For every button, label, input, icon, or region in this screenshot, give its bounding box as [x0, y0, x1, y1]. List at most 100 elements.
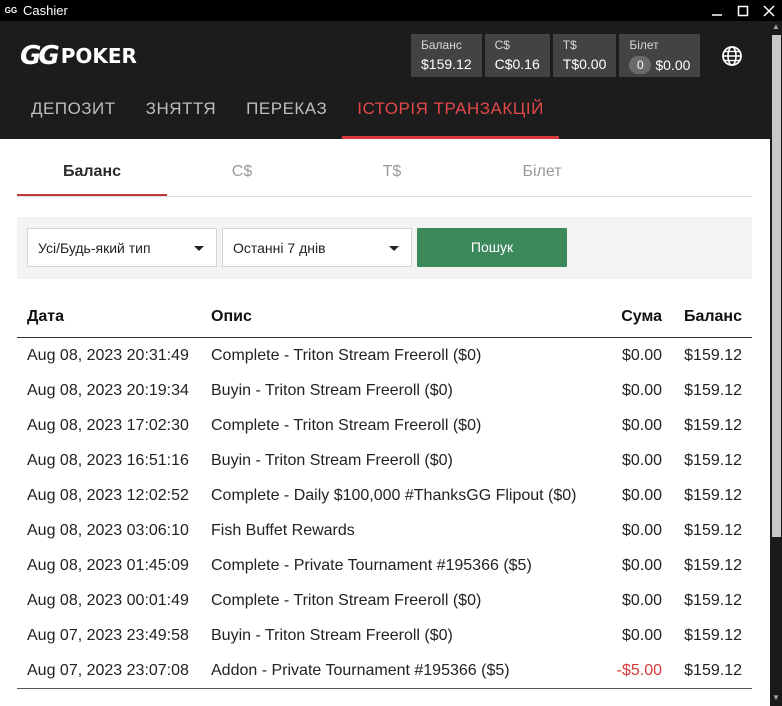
header-description: Опис [211, 308, 252, 325]
row-date: Aug 08, 2023 01:45:09 [27, 557, 189, 574]
tab-transfer[interactable]: ПЕРЕКАЗ [231, 88, 342, 139]
row-balance: $159.12 [684, 662, 742, 679]
row-balance: $159.12 [684, 522, 742, 539]
search-button[interactable]: Пошук [417, 228, 567, 267]
row-amount: $0.00 [621, 452, 662, 469]
close-icon[interactable] [756, 0, 782, 21]
logo-poker: POKER [60, 44, 137, 68]
row-description: Buyin - Triton Stream Freeroll ($0) [211, 382, 453, 399]
table-row: Aug 08, 2023 17:02:30 Complete - Triton … [17, 408, 752, 443]
row-amount: $0.00 [621, 522, 662, 539]
tdollar-value: T$0.00 [562, 56, 607, 72]
row-date: Aug 08, 2023 17:02:30 [27, 417, 189, 434]
tab-withdraw[interactable]: ЗНЯТТЯ [131, 88, 232, 139]
balance-box-cdollar: C$ C$0.16 [484, 34, 550, 77]
row-amount: $0.00 [621, 347, 662, 364]
cashier-header: GG POKER Баланс $159.12 C$ C$0.16 T$ T$0… [0, 21, 770, 139]
chevron-down-icon [389, 246, 399, 251]
balance-label: Баланс [421, 38, 462, 52]
row-description: Addon - Private Tournament #195366 ($5) [211, 662, 510, 679]
row-balance: $159.12 [684, 557, 742, 574]
table-header: Дата Опис Сума Баланс [17, 296, 752, 338]
table-row: Aug 08, 2023 12:02:52 Complete - Daily $… [17, 478, 752, 513]
row-balance: $159.12 [684, 347, 742, 364]
row-balance: $159.12 [684, 627, 742, 644]
ticket-count-badge: 0 [629, 56, 652, 74]
row-amount: $0.00 [621, 627, 662, 644]
row-date: Aug 08, 2023 12:02:52 [27, 487, 189, 504]
table-row: Aug 08, 2023 16:51:16 Buyin - Triton Str… [17, 443, 752, 478]
tdollar-label: T$ [562, 38, 577, 52]
subtab-tdollar[interactable]: T$ [317, 152, 467, 196]
table-row: Aug 08, 2023 20:31:49 Complete - Triton … [17, 338, 752, 373]
filter-bar: Усі/Будь-який тип Останні 7 днів Пошук [17, 217, 752, 279]
maximize-icon[interactable] [730, 0, 756, 21]
period-filter-value: Останні 7 днів [233, 240, 326, 256]
table-row: Aug 07, 2023 23:07:08 Addon - Private To… [17, 653, 752, 688]
row-amount: $0.00 [621, 382, 662, 399]
row-amount: $0.00 [621, 417, 662, 434]
row-amount: $0.00 [621, 487, 662, 504]
row-balance: $159.12 [684, 382, 742, 399]
row-description: Complete - Private Tournament #195366 ($… [211, 557, 532, 574]
row-description: Buyin - Triton Stream Freeroll ($0) [211, 627, 453, 644]
row-date: Aug 07, 2023 23:49:58 [27, 627, 189, 644]
scroll-up-icon[interactable]: ▲ [770, 21, 782, 33]
currency-subtabs: Баланс C$ T$ Білет [17, 152, 752, 197]
table-row: Aug 08, 2023 03:06:10 Fish Buffet Reward… [17, 513, 752, 548]
row-amount-negative: -$5.00 [616, 662, 662, 679]
row-balance: $159.12 [684, 592, 742, 609]
chevron-down-icon [194, 246, 204, 251]
balance-box-ticket: Білет 0 $0.00 [619, 34, 701, 77]
table-row: Aug 08, 2023 01:45:09 Complete - Private… [17, 548, 752, 583]
row-date: Aug 08, 2023 03:06:10 [27, 522, 189, 539]
row-description: Complete - Triton Stream Freeroll ($0) [211, 347, 482, 364]
header-amount: Сума [621, 308, 662, 325]
row-amount: $0.00 [621, 557, 662, 574]
balance-box-tdollar: T$ T$0.00 [552, 34, 617, 77]
window-controls [704, 0, 782, 21]
subtab-ticket[interactable]: Білет [467, 152, 617, 196]
row-amount: $0.00 [621, 592, 662, 609]
row-date: Aug 08, 2023 20:31:49 [27, 347, 189, 364]
window-titlebar: GG Cashier [0, 0, 782, 21]
subtab-cdollar[interactable]: C$ [167, 152, 317, 196]
scroll-down-icon[interactable]: ▼ [770, 692, 782, 704]
row-balance: $159.12 [684, 487, 742, 504]
globe-icon[interactable] [721, 45, 743, 67]
period-filter-select[interactable]: Останні 7 днів [222, 228, 412, 267]
table-row: Aug 07, 2023 23:49:58 Buyin - Triton Str… [17, 618, 752, 653]
cdollar-label: C$ [494, 38, 510, 52]
row-balance: $159.12 [684, 417, 742, 434]
subtab-balance[interactable]: Баланс [17, 152, 167, 196]
transactions-table: Дата Опис Сума Баланс Aug 08, 2023 20:31… [17, 296, 752, 689]
scrollbar-thumb[interactable] [772, 35, 781, 537]
type-filter-select[interactable]: Усі/Будь-який тип [27, 228, 217, 267]
row-date: Aug 07, 2023 23:07:08 [27, 662, 189, 679]
row-balance: $159.12 [684, 452, 742, 469]
balance-value: $159.12 [421, 56, 472, 72]
gg-app-icon: GG [4, 6, 18, 15]
header-balance: Баланс [683, 308, 742, 325]
transaction-history-panel: Баланс C$ T$ Білет Усі/Будь-який тип Ост… [0, 139, 770, 706]
balance-bar: Баланс $159.12 C$ C$0.16 T$ T$0.00 Білет… [411, 34, 703, 77]
row-date: Aug 08, 2023 00:01:49 [27, 592, 189, 609]
tab-deposit[interactable]: ДЕПОЗИТ [16, 88, 131, 139]
cdollar-value: C$0.16 [494, 56, 540, 72]
row-date: Aug 08, 2023 16:51:16 [27, 452, 189, 469]
ggpoker-logo: GG POKER [20, 41, 137, 71]
table-row: Aug 08, 2023 00:01:49 Complete - Triton … [17, 583, 752, 618]
logo-gg: GG [20, 41, 60, 71]
row-description: Buyin - Triton Stream Freeroll ($0) [211, 452, 453, 469]
row-description: Complete - Triton Stream Freeroll ($0) [211, 592, 482, 609]
type-filter-value: Усі/Будь-який тип [38, 240, 151, 256]
row-description: Fish Buffet Rewards [211, 522, 355, 539]
window-title: Cashier [23, 3, 68, 18]
balance-box-cash: Баланс $159.12 [411, 34, 482, 77]
header-date: Дата [27, 308, 65, 325]
tab-transaction-history[interactable]: ІСТОРІЯ ТРАНЗАКЦІЙ [342, 88, 559, 139]
row-description: Complete - Daily $100,000 #ThanksGG Flip… [211, 487, 577, 504]
minimize-icon[interactable] [704, 0, 730, 21]
vertical-scrollbar[interactable]: ▲ ▼ [770, 21, 782, 706]
row-date: Aug 08, 2023 20:19:34 [27, 382, 189, 399]
